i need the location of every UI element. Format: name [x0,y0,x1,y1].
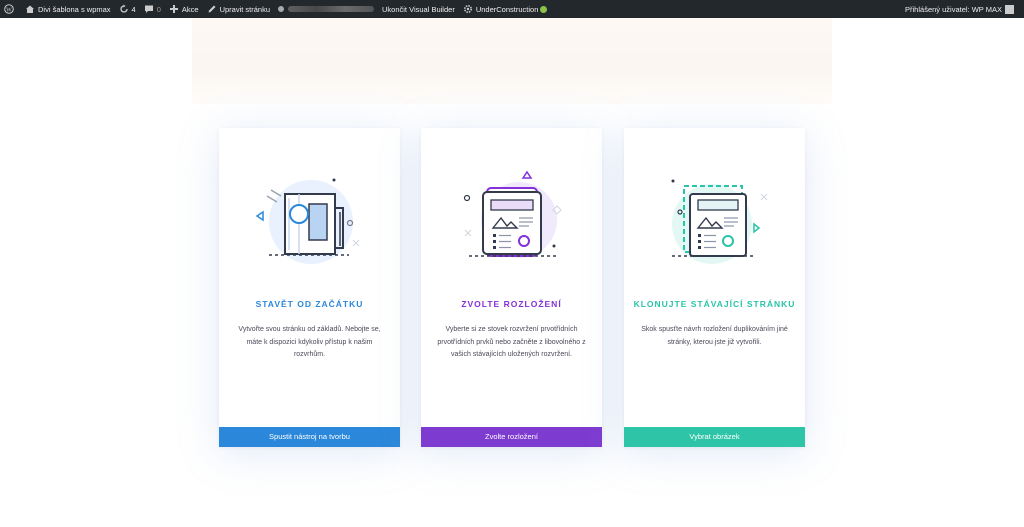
updates-count: 4 [131,4,136,14]
card-title: STAVĚT OD ZAČÁTKU [255,299,364,309]
plus-icon [169,5,178,13]
under-construction-label: UnderConstruction [475,4,539,14]
hero-banner [192,18,832,104]
card-title: KLONUJTE STÁVAJÍCÍ STRÁNKU [633,299,796,309]
record-icon [278,6,284,12]
home-icon [26,5,34,13]
clone-page-illustration-icon [671,179,768,264]
select-image-button[interactable]: Vybrat obrázek [624,427,805,447]
svg-text:W: W [6,7,12,13]
under-construction-link[interactable]: UnderConstruction [459,0,552,18]
user-account-link[interactable]: Přihlášený uživatel: WP MAX [901,0,1024,18]
site-name: Divi šablona s wpmax [38,4,111,14]
refresh-icon [119,4,128,13]
edit-page-link[interactable]: Upravit stránku [203,0,274,18]
wordpress-logo-button[interactable]: W [0,0,21,18]
avatar [1005,4,1014,14]
blurred-text [288,6,374,12]
comment-icon [144,5,153,13]
exit-visual-builder-label: Ukončit Visual Builder [382,4,455,14]
new-content-link[interactable]: Akce [165,0,203,18]
edit-page-label: Upravit stránku [219,4,270,14]
wordpress-icon: W [4,4,14,14]
card-description: Vyberte si ze stovek rozvržení prvotřídn… [437,326,586,358]
card-title: ZVOLTE ROZLOŽENÍ [461,299,562,309]
exit-visual-builder-link[interactable]: Ukončit Visual Builder [378,0,459,18]
pencil-icon [208,5,216,13]
start-builder-button[interactable]: Spustit nástroj na tvorbu [219,427,400,447]
choose-layout-button[interactable]: Zvolte rozložení [421,427,602,447]
gear-icon [463,4,472,14]
card-description: Skok spusťte návrh rozložení duplikování… [641,326,788,346]
clone-page-card: KLONUJTE STÁVAJÍCÍ STRÁNKU Skok spusťte … [624,128,805,447]
build-from-scratch-illustration-icon [255,178,360,264]
comments-link[interactable]: 0 [140,0,165,18]
updates-link[interactable]: 4 [115,0,140,18]
site-name-link[interactable]: Divi šablona s wpmax [21,0,115,18]
card-description: Vytvořte svou stránku od základů. Nebojt… [238,326,381,358]
admin-bar: W Divi šablona s wpmax 4 0 Akce Upravit … [0,0,1024,18]
status-dot-icon [540,5,548,13]
build-from-scratch-card: STAVĚT OD ZAČÁTKU Vytvořte svou stránku … [219,128,400,447]
new-content-label: Akce [181,4,199,14]
choose-layout-card: ZVOLTE ROZLOŽENÍ Vyberte si ze stovek ro… [421,128,602,447]
blurred-link[interactable] [274,0,378,18]
choose-layout-illustration-icon [463,170,562,258]
comments-count: 0 [156,4,161,14]
user-greeting: Přihlášený uživatel: WP MAX [905,4,1002,14]
